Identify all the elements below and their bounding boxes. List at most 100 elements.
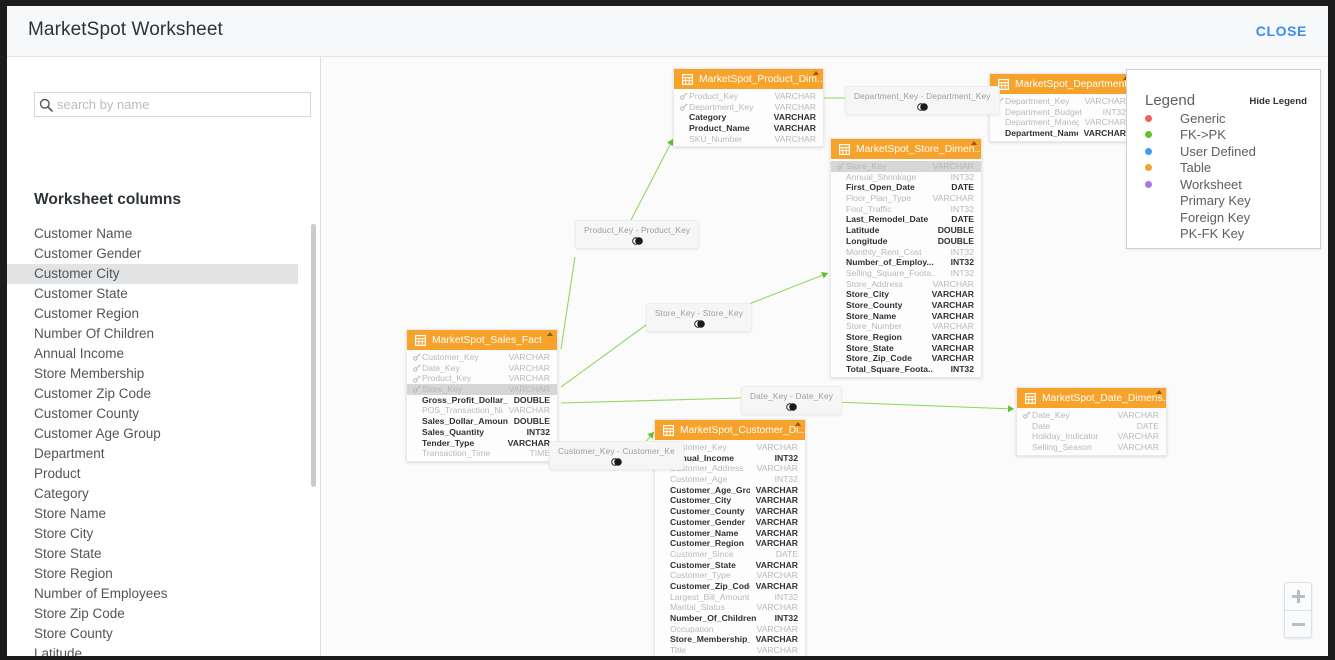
table-column-row[interactable]: Customer_NameVARCHAR	[655, 528, 805, 539]
worksheet-column-item[interactable]: Customer County	[7, 404, 320, 424]
table-column-row[interactable]: Store_CityVARCHAR	[831, 289, 981, 300]
table-column-row[interactable]: Customer_RegionVARCHAR	[655, 538, 805, 549]
table-node-header[interactable]: MarketSpot_Customer_Di...	[655, 420, 805, 440]
table-column-row[interactable]: Foot_TrafficINT32	[831, 204, 981, 215]
table-node[interactable]: MarketSpot_Product_Dim...Product_KeyVARC…	[673, 68, 824, 147]
table-column-row[interactable]: Store_NumberVARCHAR	[831, 321, 981, 332]
worksheet-column-item[interactable]: Customer Age Group	[7, 424, 320, 444]
worksheet-column-item[interactable]: Number Of Children	[7, 324, 320, 344]
worksheet-column-item[interactable]: Category	[7, 484, 320, 504]
table-column-row[interactable]: Store_KeyVARCHAR	[831, 161, 981, 172]
close-button[interactable]: CLOSE	[1256, 23, 1307, 39]
table-column-row[interactable]: CategoryVARCHAR	[674, 112, 823, 123]
relationship-label[interactable]: Date_Key - Date_Key	[741, 386, 842, 415]
sidebar-scrollbar-thumb[interactable]	[311, 224, 316, 487]
collapse-icon[interactable]	[970, 141, 978, 148]
table-node-header[interactable]: MarketSpot_Sales_Fact	[407, 330, 557, 350]
table-node-header[interactable]: MarketSpot_Department_...	[990, 74, 1133, 94]
table-column-row[interactable]: Selling_Square_Foota..INT32	[831, 268, 981, 279]
table-column-row[interactable]: Customer_TypeVARCHAR	[655, 570, 805, 581]
worksheet-columns-list[interactable]: Customer NameCustomer GenderCustomer Cit…	[7, 224, 320, 656]
table-column-row[interactable]: Store_KeyVARCHAR	[407, 384, 557, 395]
worksheet-column-item[interactable]: Customer Zip Code	[7, 384, 320, 404]
table-column-row[interactable]: Customer_Age_GroupVARCHAR	[655, 485, 805, 496]
table-column-row[interactable]: Department_BudgetINT32	[990, 107, 1133, 118]
table-column-row[interactable]: Department_KeyVARCHAR	[990, 96, 1133, 107]
table-column-row[interactable]: Store_Membership_...VARCHAR	[655, 634, 805, 645]
table-column-row[interactable]: Last_Remodel_DateDATE	[831, 214, 981, 225]
table-column-row[interactable]: DateDATE	[1017, 421, 1166, 432]
table-column-row[interactable]: Store_Zip_CodeVARCHAR	[831, 353, 981, 364]
table-node[interactable]: MarketSpot_Date_Dimens...Date_KeyVARCHAR…	[1016, 387, 1167, 456]
table-node[interactable]: MarketSpot_Sales_Fact Customer_KeyVARCHAR…	[406, 329, 558, 462]
worksheet-column-item[interactable]: Store City	[7, 524, 320, 544]
table-column-row[interactable]: Department_ManagerVARCHAR	[990, 117, 1133, 128]
table-column-row[interactable]: Product_KeyVARCHAR	[407, 373, 557, 384]
worksheet-column-item[interactable]: Annual Income	[7, 344, 320, 364]
table-column-row[interactable]: Annual_ShrinkageINT32	[831, 172, 981, 183]
table-column-row[interactable]: Customer_StateVARCHAR	[655, 560, 805, 571]
table-column-row[interactable]: Largest_Bill_AmountINT32	[655, 592, 805, 603]
worksheet-column-item[interactable]: Customer City	[7, 264, 298, 284]
collapse-icon[interactable]	[794, 422, 802, 429]
worksheet-column-item[interactable]: Store State	[7, 544, 320, 564]
table-column-row[interactable]: Store_CountyVARCHAR	[831, 300, 981, 311]
search-box[interactable]	[34, 92, 311, 117]
worksheet-column-item[interactable]: Customer Region	[7, 304, 320, 324]
relationship-label[interactable]: Product_Key - Product_Key	[575, 220, 699, 249]
table-column-row[interactable]: Customer_KeyVARCHAR	[407, 352, 557, 363]
worksheet-column-item[interactable]: Store County	[7, 624, 320, 644]
table-column-row[interactable]: Total_Square_Foota..INT32	[831, 364, 981, 375]
join-icon[interactable]	[655, 320, 743, 328]
table-column-row[interactable]: Department_NameVARCHAR	[990, 128, 1133, 139]
table-column-row[interactable]: Sales_QuantityINT32	[407, 427, 557, 438]
join-icon[interactable]	[584, 237, 690, 245]
table-column-row[interactable]: Product_NameVARCHAR	[674, 123, 823, 134]
worksheet-column-item[interactable]: Customer Gender	[7, 244, 320, 264]
table-column-row[interactable]: Store_StateVARCHAR	[831, 343, 981, 354]
table-column-row[interactable]: Customer_GenderVARCHAR	[655, 517, 805, 528]
join-icon[interactable]	[558, 458, 675, 466]
worksheet-column-item[interactable]: Latitude	[7, 644, 320, 656]
table-column-row[interactable]: Customer_Zip_CodeVARCHAR	[655, 581, 805, 592]
collapse-icon[interactable]	[812, 71, 820, 78]
table-column-row[interactable]: Store_AddressVARCHAR	[831, 279, 981, 290]
table-column-row[interactable]: Gross_Profit_Dollar_A...DOUBLE	[407, 395, 557, 406]
table-column-row[interactable]: Customer_CountyVARCHAR	[655, 506, 805, 517]
search-input[interactable]	[57, 94, 310, 115]
table-column-row[interactable]: LongitudeDOUBLE	[831, 236, 981, 247]
table-column-row[interactable]: Customer_AgeINT32	[655, 474, 805, 485]
table-column-row[interactable]: TitleVARCHAR	[655, 645, 805, 656]
table-column-row[interactable]: Floor_Plan_TypeVARCHAR	[831, 193, 981, 204]
worksheet-column-item[interactable]: Store Membership	[7, 364, 320, 384]
worksheet-column-item[interactable]: Store Zip Code	[7, 604, 320, 624]
worksheet-column-item[interactable]: Product	[7, 464, 320, 484]
join-icon[interactable]	[750, 403, 833, 411]
table-column-row[interactable]: Selling_SeasonVARCHAR	[1017, 442, 1166, 453]
table-column-row[interactable]: Monthly_Rent_CostINT32	[831, 247, 981, 258]
worksheet-column-item[interactable]: Department	[7, 444, 320, 464]
relationship-label[interactable]: Department_Key - Department_Key	[845, 86, 1000, 115]
table-column-row[interactable]: Customer_CityVARCHAR	[655, 495, 805, 506]
sidebar-scrollbar[interactable]	[311, 224, 316, 656]
worksheet-column-item[interactable]: Number of Employees	[7, 584, 320, 604]
table-column-row[interactable]: Marital_StatusVARCHAR	[655, 602, 805, 613]
table-column-row[interactable]: Number_of_Employ...INT32	[831, 257, 981, 268]
table-column-row[interactable]: Holiday_IndicatorVARCHAR	[1017, 431, 1166, 442]
join-icon[interactable]	[854, 103, 991, 111]
hide-legend-button[interactable]: Hide Legend	[1249, 96, 1307, 107]
worksheet-column-item[interactable]: Customer Name	[7, 224, 320, 244]
table-column-row[interactable]: Tender_TypeVARCHAR	[407, 438, 557, 449]
zoom-out-button[interactable]	[1285, 610, 1311, 637]
zoom-in-button[interactable]	[1285, 583, 1311, 610]
collapse-icon[interactable]	[546, 332, 554, 339]
table-node[interactable]: MarketSpot_Department_... Department_KeyV…	[989, 73, 1134, 142]
schema-canvas[interactable]: MarketSpot_Product_Dim...Product_KeyVARC…	[321, 57, 1328, 656]
table-column-row[interactable]: First_Open_DateDATE	[831, 182, 981, 193]
table-column-row[interactable]: Transaction_TimeTIME	[407, 448, 557, 459]
relationship-label[interactable]: Customer_Key - Customer_Ke	[549, 441, 684, 470]
table-column-row[interactable]: OccupationVARCHAR	[655, 624, 805, 635]
worksheet-column-item[interactable]: Store Name	[7, 504, 320, 524]
collapse-icon[interactable]	[1155, 390, 1163, 397]
table-node-header[interactable]: MarketSpot_Date_Dimens...	[1017, 388, 1166, 408]
